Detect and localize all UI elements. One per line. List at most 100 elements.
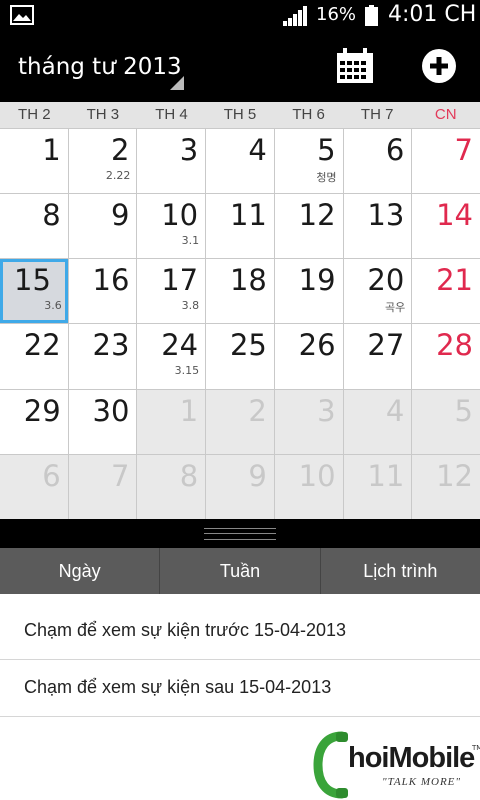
calendar-day[interactable]: 26 (274, 324, 343, 389)
previous-events-link[interactable]: Chạm để xem sự kiện trước 15-04-2013 (0, 602, 480, 660)
calendar-day[interactable]: 5 (412, 389, 480, 454)
day-number: 7 (110, 458, 130, 493)
lunar-date: 3.15 (174, 364, 200, 378)
calendar-day[interactable]: 7 (68, 454, 137, 519)
weekday-header: TH 2 TH 3 TH 4 TH 5 TH 6 TH 7 CN (0, 102, 480, 128)
lunar-date: 곡우 (385, 301, 406, 315)
calendar-day[interactable]: 10 3.1 (137, 194, 206, 259)
next-events-link[interactable]: Chạm để xem sự kiện sau 15-04-2013 (0, 659, 480, 717)
calendar-day[interactable]: 8 (137, 454, 206, 519)
month-dropdown-indicator (170, 76, 184, 90)
calendar-day[interactable]: 19 (274, 259, 343, 324)
calendar-day[interactable]: 6 (0, 454, 68, 519)
calendar-day[interactable]: 18 (206, 259, 274, 324)
calendar-day[interactable]: 5 청명 (274, 129, 343, 194)
day-number: 9 (248, 458, 267, 493)
watermark-logo: hoiMobile TM "TALK MORE" (312, 730, 480, 800)
calendar-day[interactable]: 9 (68, 194, 137, 259)
clock: 4:01 CH (388, 2, 477, 27)
calendar-day[interactable]: 25 (206, 324, 274, 389)
calendar-day[interactable]: 30 (68, 389, 137, 454)
calendar-day[interactable]: 22 (0, 324, 68, 389)
calendar-day[interactable]: 24 3.15 (137, 324, 206, 389)
tab-week[interactable]: Tuần (160, 548, 321, 594)
calendar-day[interactable]: 3 (274, 389, 343, 454)
add-icon[interactable] (422, 49, 456, 83)
watermark-tm: TM (472, 744, 480, 752)
calendar-day-selected[interactable]: 15 3.6 (0, 259, 68, 324)
calendar-day[interactable]: 23 (68, 324, 137, 389)
weekday-label: TH 2 (18, 106, 51, 123)
calendar-day[interactable]: 11 (343, 454, 412, 519)
calendar-day[interactable]: 20 곡우 (343, 259, 412, 324)
day-number: 12 (298, 198, 336, 233)
calendar-day[interactable]: 3 (137, 129, 206, 194)
signal-icon (283, 6, 307, 26)
month-grid: 1 2 2.22 3 4 5 청명 6 7 8 9 10 3.1 11 12 13 14 15 3.6 16 17 3.8… (0, 128, 480, 519)
status-bar: 16% 4:01 CH (0, 0, 480, 32)
calendar-day[interactable]: 17 3.8 (137, 259, 206, 324)
calendar-day[interactable]: 27 (343, 324, 412, 389)
calendar-day[interactable]: 29 (0, 389, 68, 454)
day-number: 4 (248, 133, 267, 167)
day-number: 3 (317, 393, 336, 428)
calendar-day[interactable]: 1 (0, 129, 68, 194)
calendar-day[interactable]: 2 2.22 (68, 129, 137, 194)
day-number: 6 (385, 133, 405, 167)
day-number: 24 (161, 328, 199, 363)
day-number: 10 (161, 198, 199, 233)
day-number: 25 (229, 328, 267, 363)
calendar-icon[interactable] (336, 48, 374, 84)
calendar-day[interactable]: 4 (206, 129, 274, 194)
calendar-day[interactable]: 7 (412, 129, 480, 194)
tab-day[interactable]: Ngày (0, 548, 161, 594)
drag-handle[interactable] (0, 519, 480, 548)
day-number: 20 (367, 263, 405, 298)
day-number: 29 (23, 393, 61, 428)
day-number: 17 (161, 263, 199, 298)
day-number: 27 (367, 328, 405, 363)
day-number: 19 (298, 263, 336, 298)
calendar-day[interactable]: 14 (412, 194, 480, 259)
day-number: 8 (42, 198, 61, 233)
weekday-label: TH 5 (223, 106, 257, 123)
calendar-day[interactable]: 21 (412, 259, 480, 324)
day-number: 11 (229, 198, 267, 233)
day-number: 22 (23, 328, 61, 363)
weekday-label: TH 6 (292, 106, 325, 123)
day-number: 12 (436, 458, 473, 493)
day-number: 18 (229, 263, 267, 298)
watermark-tagline: "TALK MORE" (382, 776, 462, 788)
view-tabs: Ngày Tuần Lịch trình (0, 548, 480, 594)
day-number: 5 (317, 133, 336, 167)
calendar-day[interactable]: 4 (343, 389, 412, 454)
lunar-date: 2.22 (105, 169, 131, 182)
battery-percentage: 16% (316, 4, 357, 25)
calendar-day[interactable]: 8 (0, 194, 68, 259)
day-number: 30 (92, 393, 130, 428)
calendar-day[interactable]: 28 (412, 324, 480, 389)
lunar-date: 3.1 (181, 234, 200, 248)
calendar-day[interactable]: 13 (343, 194, 412, 259)
weekday-label: TH 7 (360, 106, 394, 123)
calendar-day[interactable]: 12 (412, 454, 480, 519)
calendar-day[interactable]: 16 (68, 259, 137, 324)
day-number: 26 (298, 328, 336, 363)
month-selector[interactable]: tháng tư 2013 (18, 54, 182, 80)
day-number: 14 (436, 198, 473, 233)
day-number: 9 (110, 198, 130, 233)
calendar-day[interactable]: 10 (274, 454, 343, 519)
calendar-day[interactable]: 11 (206, 194, 274, 259)
calendar-day[interactable]: 6 (343, 129, 412, 194)
calendar-day[interactable]: 1 (137, 389, 206, 454)
day-number: 10 (298, 458, 336, 493)
day-number: 7 (454, 133, 473, 167)
day-number: 3 (179, 133, 199, 167)
calendar-day[interactable]: 9 (206, 454, 274, 519)
day-number: 8 (179, 458, 199, 493)
tab-schedule[interactable]: Lịch trình (321, 548, 480, 594)
lunar-date: 3.6 (44, 299, 62, 313)
day-number: 1 (42, 133, 61, 167)
calendar-day[interactable]: 2 (206, 389, 274, 454)
calendar-day[interactable]: 12 (274, 194, 343, 259)
